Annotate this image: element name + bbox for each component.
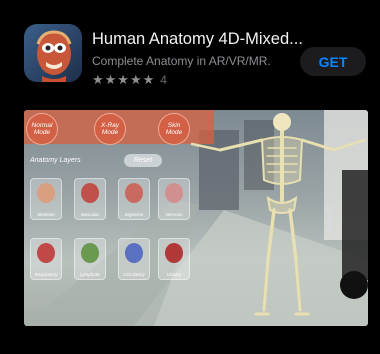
- layer-tile-digestive[interactable]: Digestive: [118, 178, 150, 220]
- brain-icon: [165, 183, 183, 203]
- layer-tile-circulatory[interactable]: Circulatory: [118, 238, 150, 280]
- xray-mode-button[interactable]: X-Ray Mode: [94, 113, 126, 145]
- kidney-icon: [165, 243, 183, 263]
- skin-mode-button[interactable]: Skin Mode: [158, 113, 190, 145]
- app-title[interactable]: Human Anatomy 4D-Mixed...: [92, 30, 303, 49]
- layer-tile-lymphatic[interactable]: Lymphatic: [74, 238, 106, 280]
- anatomy-layers-label: Anatomy Layers: [30, 157, 81, 164]
- layer-tile-nervous[interactable]: Nervous: [158, 178, 190, 220]
- star-rating-icon: ★★★★★: [92, 72, 156, 87]
- app-icon[interactable]: [24, 24, 82, 82]
- layer-tile-skeleton[interactable]: Skeleton: [30, 178, 62, 220]
- get-button[interactable]: GET: [300, 47, 366, 76]
- scale-label: SCALE: [328, 205, 334, 230]
- app-subtitle: Complete Anatomy in AR/VR/MR.: [92, 54, 271, 68]
- layer-tile-respiratory[interactable]: Respiratory: [30, 238, 62, 280]
- rating: ★★★★★ 4: [92, 72, 167, 88]
- anatomy-head-icon: [36, 30, 72, 82]
- muscle-icon: [81, 183, 99, 203]
- heart-icon: [125, 243, 143, 263]
- layer-tile-urinary[interactable]: Urinary: [158, 238, 190, 280]
- lymph-icon: [81, 243, 99, 263]
- layer-tile-muscular[interactable]: Muscular: [74, 178, 106, 220]
- skeleton-icon: [37, 183, 55, 203]
- stomach-icon: [125, 183, 143, 203]
- lungs-icon: [37, 243, 55, 263]
- app-preview-screenshot[interactable]: Normal Mode X-Ray Mode Skin Mode Anatomy…: [24, 110, 368, 326]
- rating-count: 4: [160, 73, 167, 87]
- normal-mode-button[interactable]: Normal Mode: [26, 113, 58, 145]
- reset-button[interactable]: Reset: [124, 154, 162, 167]
